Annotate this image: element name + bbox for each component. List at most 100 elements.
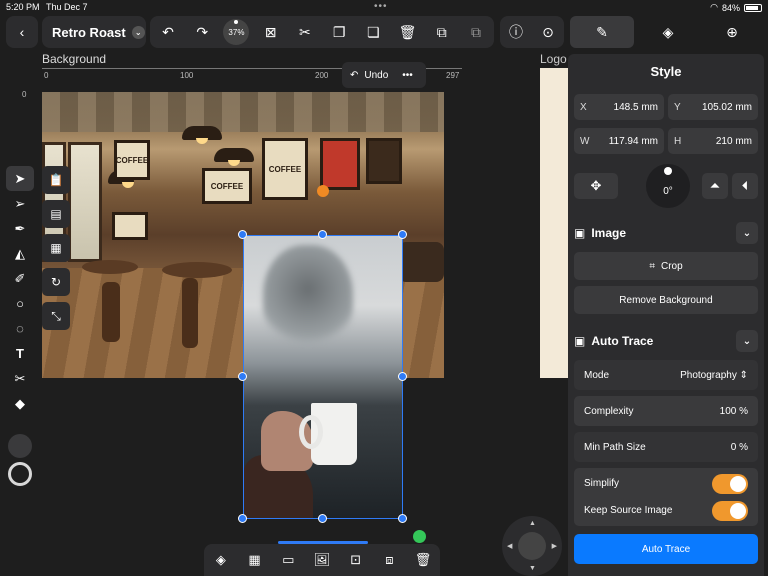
delete-object-button[interactable]: 🗑 <box>410 547 436 573</box>
more-button[interactable]: ⊙ <box>532 16 564 48</box>
select-tool[interactable]: ➤ <box>6 166 34 191</box>
redo-button[interactable]: ↷ <box>186 16 218 48</box>
tab-layers[interactable]: ◈ <box>636 16 700 48</box>
mask-button[interactable]: ⊡ <box>343 547 369 573</box>
redo-icon: ↷ <box>196 23 209 40</box>
h-value: 210 mm <box>715 135 752 147</box>
eraser-tool[interactable]: ◆ <box>6 391 34 416</box>
ruler-tick: 297 <box>446 71 460 80</box>
min-path-size-slider[interactable]: Min Path Size 0 % <box>574 432 758 462</box>
joystick-knob[interactable] <box>518 532 546 560</box>
rotation-value: 0° <box>663 185 673 197</box>
cafe-counter <box>398 242 444 282</box>
delete-button[interactable]: 🗑 <box>392 16 424 48</box>
paste-style-button[interactable]: ⧉ <box>460 16 492 48</box>
multitask-dots-icon[interactable]: ••• <box>374 1 388 12</box>
ruler-tick: 0 <box>44 71 49 80</box>
back-button[interactable]: ‹ <box>6 16 38 48</box>
shape-tool[interactable]: ○ <box>6 291 34 316</box>
resize-handle[interactable] <box>238 514 247 523</box>
lasso-icon: ◌ <box>16 321 24 336</box>
document-tool[interactable]: ▤ <box>42 200 70 228</box>
tab-style[interactable]: ✎ <box>570 16 634 48</box>
select-frame-button[interactable]: ⊠ <box>255 16 287 48</box>
pencil-tool[interactable]: ✐ <box>6 266 34 291</box>
keep-source-toggle[interactable] <box>712 500 748 521</box>
resize-handle[interactable] <box>398 372 407 381</box>
scissors-tool[interactable]: ✂ <box>6 366 34 391</box>
document-title-button[interactable]: Retro Roast ⌄ <box>42 16 146 48</box>
image-section-header[interactable]: ▣ Image ⌄ <box>574 220 758 246</box>
duplicate-button[interactable]: ⧉ <box>426 16 458 48</box>
auto-trace-button[interactable]: Auto Trace <box>574 534 758 564</box>
rotate-tool[interactable]: ↻ <box>42 268 70 296</box>
flip-vertical-button[interactable]: ⏶ <box>702 173 728 199</box>
lasso-tool[interactable]: ◌ <box>6 316 34 341</box>
cut-button[interactable]: ✂ <box>289 16 321 48</box>
direct-select-tool[interactable]: ➢ <box>6 191 34 216</box>
rotation-dial[interactable]: 0° <box>646 164 690 208</box>
resize-handle[interactable] <box>318 230 327 239</box>
status-right: ◠ 84% <box>710 2 762 13</box>
text-tool[interactable]: T <box>6 341 34 366</box>
fill-swatch[interactable] <box>8 434 32 458</box>
copy-button[interactable]: ❐ <box>323 16 355 48</box>
x-field[interactable]: X 148.5 mm <box>574 94 664 120</box>
h-field[interactable]: H 210 mm <box>668 128 758 154</box>
remove-background-button[interactable]: Remove Background <box>574 286 758 314</box>
rotation-handle[interactable] <box>317 185 329 197</box>
resize-handle[interactable] <box>398 514 407 523</box>
chevron-down-icon[interactable]: ⌄ <box>736 222 758 244</box>
auto-trace-section-header[interactable]: ▣ Auto Trace ⌄ <box>574 328 758 354</box>
brush-tool[interactable]: ◭ <box>6 241 34 266</box>
y-field[interactable]: Y 105.02 mm <box>668 94 758 120</box>
paste-tool[interactable]: 📋 <box>42 166 70 194</box>
move-button[interactable]: ✥ <box>574 173 618 199</box>
arrange-button[interactable]: ▭ <box>275 547 301 573</box>
up-down-chevron-icon: ⇕ <box>739 369 748 381</box>
nudge-right-icon: ▶ <box>551 543 557 550</box>
replace-image-button[interactable]: ⧈ <box>376 547 402 573</box>
tab-add[interactable]: ⊕ <box>700 16 764 48</box>
chevron-down-icon[interactable]: ⌄ <box>736 330 758 352</box>
layers-button[interactable]: ◈ <box>208 547 234 573</box>
resize-handle[interactable] <box>318 514 327 523</box>
paste-button[interactable]: ❏ <box>357 16 389 48</box>
grid-icon: ▦ <box>50 241 62 255</box>
image-button[interactable]: 🖼 <box>309 547 335 573</box>
complexity-slider[interactable]: Complexity 100 % <box>574 396 758 426</box>
undo-more-icon[interactable]: ••• <box>402 70 413 81</box>
simplify-toggle[interactable] <box>712 473 748 494</box>
move-handle[interactable] <box>413 530 426 543</box>
logo-artboard[interactable] <box>540 68 568 378</box>
grid-tool[interactable]: ▦ <box>42 234 70 262</box>
cafe-window <box>68 142 102 262</box>
pen-tool[interactable]: ✒ <box>6 216 34 241</box>
mode-value-group: Photography ⇕ <box>680 370 748 381</box>
undo-hud[interactable]: ↶ Undo ••• <box>342 62 426 88</box>
battery-icon <box>744 3 762 12</box>
selected-photo[interactable] <box>243 235 403 519</box>
nudge-down-icon: ▼ <box>529 565 536 572</box>
zoom-button[interactable]: 37% <box>220 16 252 48</box>
document-title: Retro Roast <box>52 24 126 40</box>
scale-tool[interactable]: ⤡ <box>42 302 70 330</box>
help-button[interactable]: ⓘ <box>500 16 532 48</box>
resize-handle[interactable] <box>238 230 247 239</box>
complexity-label: Complexity <box>584 405 634 417</box>
transparency-button[interactable]: ▦ <box>242 547 268 573</box>
auto-trace-icon: ▣ <box>574 334 586 348</box>
undo-button[interactable]: ↶ <box>152 16 184 48</box>
stroke-swatch[interactable] <box>8 462 32 486</box>
w-field[interactable]: W 117.94 mm <box>574 128 664 154</box>
resize-handle[interactable] <box>238 372 247 381</box>
status-date: Thu Dec 7 <box>46 2 88 12</box>
paste-icon: ❏ <box>367 23 380 40</box>
mode-select[interactable]: Mode Photography ⇕ <box>574 360 758 390</box>
brush-tool-icon: ◭ <box>15 245 25 261</box>
flip-horizontal-button[interactable]: ⏴ <box>732 173 758 199</box>
nudge-joystick[interactable]: ▲ ▼ ◀ ▶ <box>502 516 562 576</box>
resize-handle[interactable] <box>398 230 407 239</box>
crop-button[interactable]: ⌗ Crop <box>574 252 758 280</box>
mode-value: Photography <box>680 369 737 381</box>
